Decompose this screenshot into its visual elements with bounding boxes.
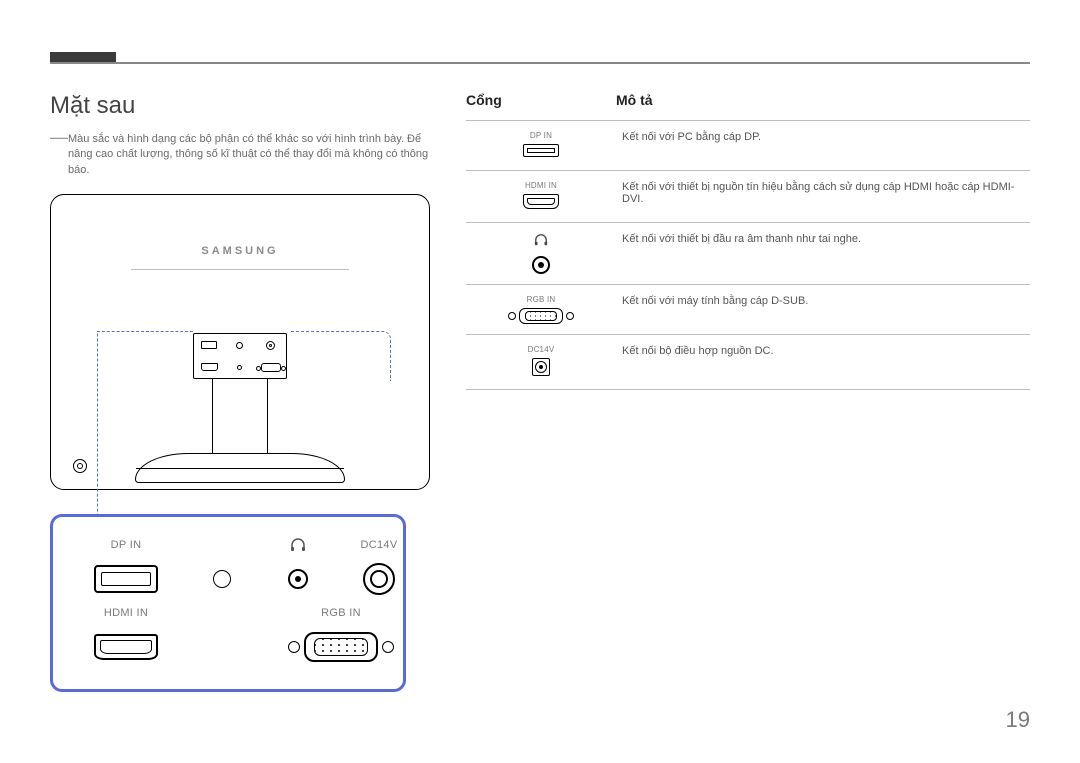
- headphone-jack-large-icon: [288, 569, 308, 589]
- td-desc: Kết nối với thiết bị đầu ra âm thanh như…: [616, 223, 1030, 285]
- port-mini-label: HDMI IN: [472, 181, 610, 190]
- table-row: DP IN Kết nối với PC bằng cáp DP.: [466, 121, 1030, 171]
- port-panel-enlarged: DP IN DC14V HDMI IN RGB IN: [50, 514, 406, 692]
- port-mini-label: DC14V: [472, 345, 610, 354]
- header-accent: [50, 52, 116, 62]
- table-row: Kết nối với thiết bị đầu ra âm thanh như…: [466, 223, 1030, 285]
- port-panel-small: [193, 333, 287, 379]
- port-mini-label: DP IN: [472, 131, 610, 140]
- headphone-mini-icon: [534, 233, 548, 247]
- hdmi-mini-icon: [523, 194, 559, 209]
- vga-port-large-icon: [288, 632, 394, 662]
- right-column: Cổng Mô tả DP IN Kết nối với PC bằng cáp…: [466, 92, 1030, 692]
- monitor-rear-illustration: SAMSUNG: [50, 194, 430, 490]
- td-desc: Kết nối bộ điều hợp nguồn DC.: [616, 335, 1030, 390]
- dp-port-large-icon: [94, 565, 158, 593]
- td-port-icon: HDMI IN: [466, 171, 616, 223]
- left-column: Mặt sau ― Màu sắc và hình dạng các bộ ph…: [50, 92, 430, 692]
- dc-port-large-icon: [363, 563, 395, 595]
- rgb-label: RGB IN: [321, 607, 361, 619]
- headphone-jack-mini-icon: [532, 256, 550, 274]
- table-row: DC14V Kết nối bộ điều hợp nguồn DC.: [466, 335, 1030, 390]
- page-number: 19: [1006, 707, 1030, 733]
- td-desc: Kết nối với máy tính bằng cáp D-SUB.: [616, 285, 1030, 335]
- dc-port-icon: [266, 341, 275, 350]
- vga-mini-icon: [508, 308, 574, 324]
- table-row: HDMI IN Kết nối với thiết bị nguồn tín h…: [466, 171, 1030, 223]
- logo-underline: [131, 269, 349, 270]
- samsung-logo: SAMSUNG: [51, 245, 429, 257]
- hdmi-port-icon: [201, 363, 218, 371]
- port-table: Cổng Mô tả DP IN Kết nối với PC bằng cáp…: [466, 92, 1030, 390]
- th-port: Cổng: [466, 92, 616, 121]
- td-port-icon: RGB IN: [466, 285, 616, 335]
- hdmi-label: HDMI IN: [104, 607, 148, 619]
- vga-port-icon: [261, 363, 281, 372]
- callout-dashed-top: [97, 331, 193, 332]
- th-desc: Mô tả: [616, 92, 1030, 121]
- headphone-port-icon: [236, 342, 243, 349]
- dp-port-icon: [201, 341, 217, 349]
- td-port-icon: [466, 223, 616, 285]
- two-column-layout: Mặt sau ― Màu sắc và hình dạng các bộ ph…: [50, 92, 1030, 692]
- port-mini-label: RGB IN: [472, 295, 610, 304]
- header-rule: [50, 62, 1030, 64]
- td-desc: Kết nối với thiết bị nguồn tín hiệu bằng…: [616, 171, 1030, 223]
- section-title: Mặt sau: [50, 92, 430, 120]
- page: Mặt sau ― Màu sắc và hình dạng các bộ ph…: [0, 0, 1080, 763]
- dp-label: DP IN: [111, 539, 142, 551]
- note-text: Màu sắc và hình dạng các bộ phận có thể …: [68, 132, 430, 178]
- center-dot-icon: [237, 365, 242, 370]
- center-hole-icon: [213, 570, 231, 588]
- monitor-arm: [212, 379, 268, 457]
- callout-dashed-right: [291, 331, 391, 381]
- td-port-icon: DP IN: [466, 121, 616, 171]
- dp-mini-icon: [523, 144, 559, 157]
- note-dash-icon: ―: [50, 132, 62, 142]
- power-button-icon: [73, 459, 87, 473]
- table-row: RGB IN Kết nối với máy tính bằng cáp D-S…: [466, 285, 1030, 335]
- td-port-icon: DC14V: [466, 335, 616, 390]
- td-desc: Kết nối với PC bằng cáp DP.: [616, 121, 1030, 171]
- dc-label: DC14V: [361, 539, 398, 551]
- monitor-base: [135, 453, 345, 483]
- hdmi-port-large-icon: [94, 634, 158, 660]
- note: ― Màu sắc và hình dạng các bộ phận có th…: [50, 132, 430, 178]
- headphone-icon: [290, 537, 306, 553]
- dc-mini-icon: [532, 358, 550, 376]
